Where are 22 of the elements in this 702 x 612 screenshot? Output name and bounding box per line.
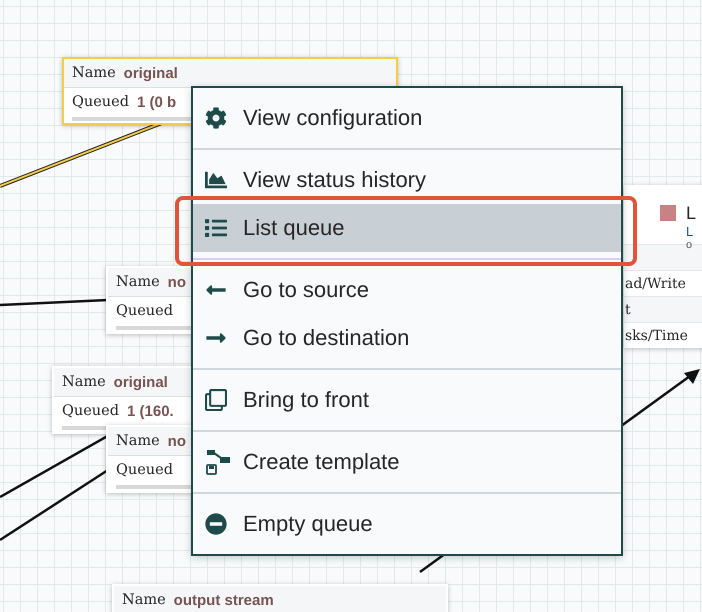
stat-label: t bbox=[625, 302, 631, 318]
name-label: Name bbox=[62, 374, 106, 390]
name-label: Name bbox=[116, 433, 160, 449]
name-label: Name bbox=[116, 274, 160, 290]
name-value: output stream bbox=[174, 592, 274, 608]
queued-label: Queued bbox=[116, 462, 174, 478]
processor-type: L bbox=[686, 224, 694, 239]
queued-label: Queued bbox=[72, 94, 130, 110]
queued-value: 1 (0 b bbox=[137, 94, 176, 110]
queued-label: Queued bbox=[62, 403, 120, 419]
stat-label: ad/Write bbox=[625, 276, 686, 292]
processor-title: L bbox=[686, 203, 696, 224]
name-label: Name bbox=[72, 65, 116, 81]
name-value: original bbox=[124, 64, 178, 82]
name-label: Name bbox=[122, 592, 166, 608]
processor-detail: o bbox=[686, 239, 694, 251]
queued-label: Queued bbox=[116, 303, 174, 319]
name-value: original bbox=[114, 374, 168, 390]
name-value: no bbox=[168, 432, 186, 450]
queued-value: 1 (160. bbox=[127, 402, 174, 420]
name-value: no bbox=[168, 274, 186, 290]
stat-label: sks/Time bbox=[625, 328, 688, 344]
